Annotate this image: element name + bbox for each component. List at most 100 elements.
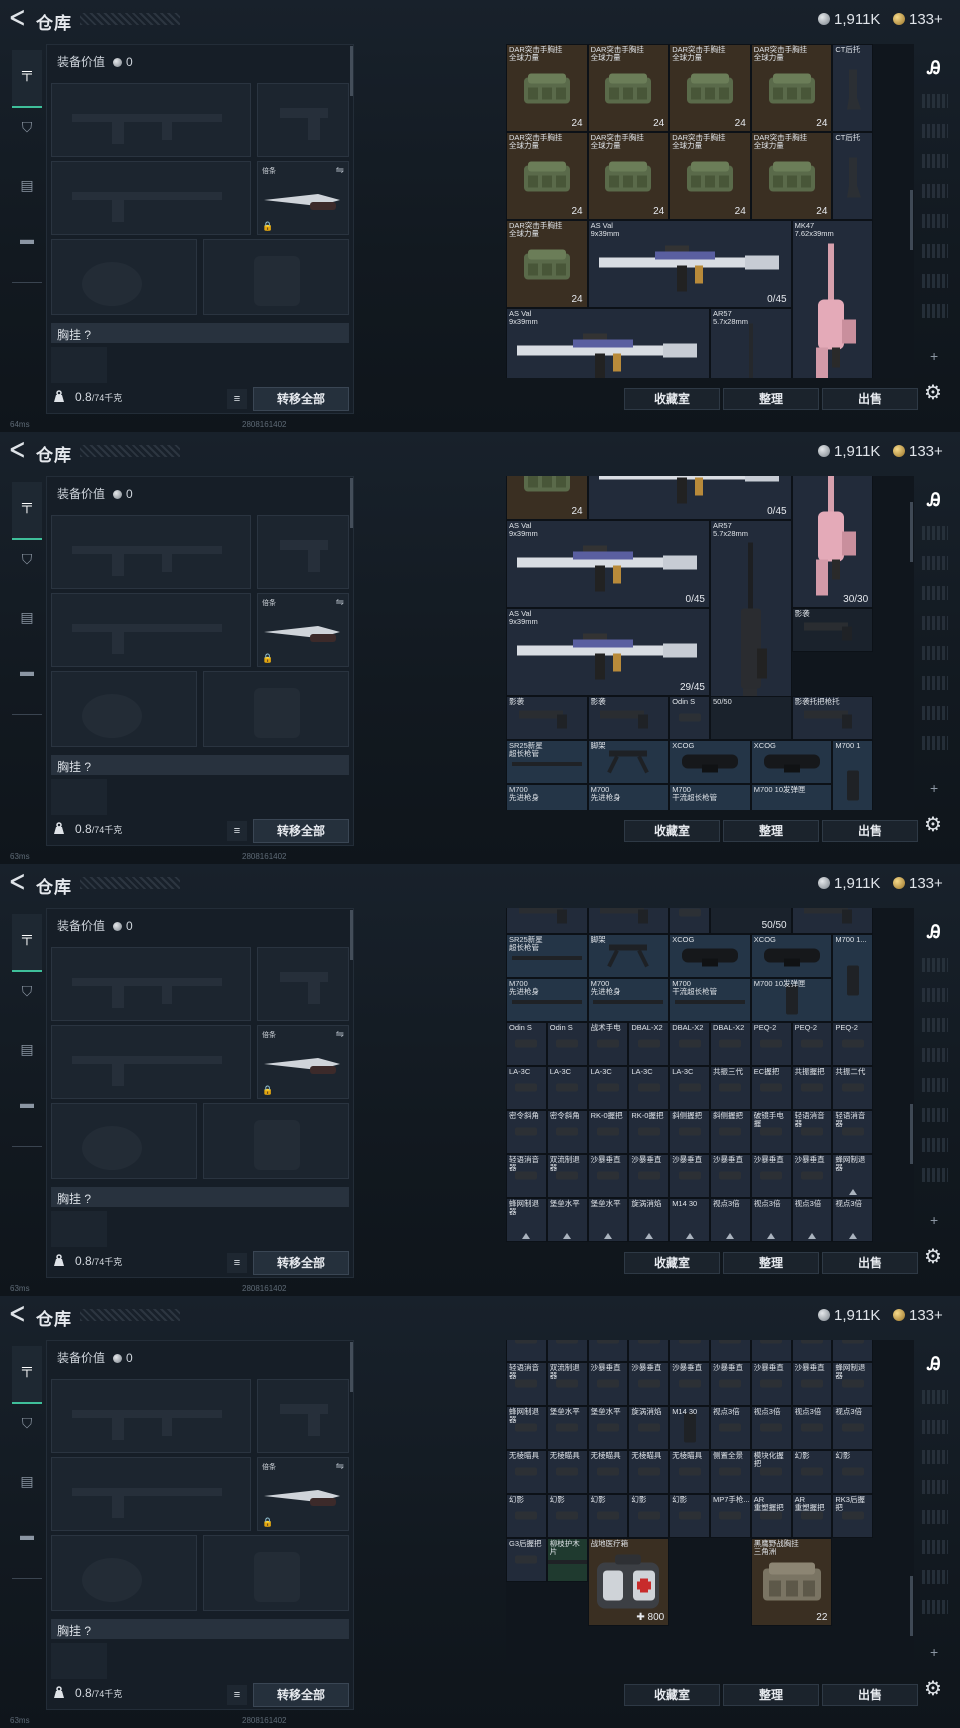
gold-currency[interactable]: 133+ <box>893 443 943 460</box>
sell-button[interactable]: 出售 <box>822 1252 918 1274</box>
armor-slot[interactable] <box>203 239 349 315</box>
inventory-item[interactable]: 影袭 <box>791 608 874 652</box>
list-view-button[interactable]: ≡ <box>227 1685 247 1705</box>
inventory-item[interactable]: RK-0握把 <box>628 1340 670 1362</box>
inventory-item[interactable]: XCOG <box>750 934 833 979</box>
backpack-tab[interactable]: ▬ <box>12 1088 42 1118</box>
side-category-tab[interactable] <box>922 616 948 630</box>
helmet-slot[interactable] <box>51 671 197 747</box>
inventory-item[interactable]: 模块化握把 <box>750 1450 792 1494</box>
gear-icon[interactable]: ⚙ <box>924 1244 942 1269</box>
inventory-item[interactable]: M700 干流超长枪管 <box>669 978 751 1023</box>
pistol-slot[interactable] <box>257 1379 349 1453</box>
side-category-tab[interactable] <box>922 304 948 318</box>
inventory-item[interactable]: 影袭 <box>587 908 670 935</box>
inventory-item[interactable]: 无棱瞄具 <box>506 1450 547 1494</box>
transfer-all-button[interactable]: 转移全部 <box>253 1683 349 1707</box>
add-icon[interactable]: + <box>930 1212 938 1228</box>
collection-room-button[interactable]: 收藏室 <box>624 820 720 842</box>
inventory-item[interactable]: 幻影 <box>628 1494 670 1538</box>
inventory-item[interactable]: 沙暴垂直 <box>587 1362 629 1406</box>
helmet-slot[interactable] <box>51 1535 197 1611</box>
side-category-tab[interactable] <box>922 244 948 258</box>
inventory-item[interactable]: Odin S <box>669 696 710 740</box>
side-category-tab[interactable] <box>922 1018 948 1032</box>
inventory-item[interactable]: PEQ-2 <box>791 1022 833 1067</box>
inventory-item[interactable]: 沙暴垂直 <box>669 1154 710 1199</box>
inventory-item[interactable]: 幻影 <box>832 1450 874 1494</box>
inventory-item[interactable]: AR 重塑握把 <box>791 1494 833 1538</box>
inventory-item[interactable]: 影袭 <box>506 696 588 740</box>
inventory-item[interactable]: 旋涡消焰 <box>628 1406 670 1450</box>
back-icon[interactable]: ᐸ <box>10 1304 30 1326</box>
inventory-item[interactable]: LA-3C <box>628 1066 670 1111</box>
inventory-item[interactable]: DAR突击手胸挂 全球力量 24 <box>669 132 751 220</box>
inventory-item[interactable]: 视点3倍 <box>791 1406 833 1450</box>
inventory-item[interactable]: M700 干流超长枪管 <box>669 784 751 810</box>
inventory-item[interactable]: DBAL-X2 <box>669 1022 710 1067</box>
inventory-item[interactable]: 密令斜角 <box>546 1340 588 1362</box>
list-view-button[interactable]: ≡ <box>227 1253 247 1273</box>
melee-slot[interactable]: 倍条 ⇋ 🔒 <box>257 593 349 667</box>
back-icon[interactable]: ᐸ <box>10 872 30 894</box>
weapon-tab[interactable]: ╤ <box>12 50 42 108</box>
inventory-item[interactable]: 破镜手电握 <box>750 1110 792 1155</box>
inventory-item[interactable]: DBAL-X2 <box>628 1022 670 1067</box>
melee-slot[interactable]: 倍条 ⇋ 🔒 <box>257 1457 349 1531</box>
inventory-item[interactable]: 沙暴垂直 <box>710 1154 751 1199</box>
inventory-item[interactable]: LA-3C <box>587 1066 629 1111</box>
add-icon[interactable]: + <box>930 1644 938 1660</box>
side-category-tab[interactable] <box>922 184 948 198</box>
inventory-item[interactable]: M14 30 <box>669 1198 710 1242</box>
equipment-scrollbar[interactable] <box>350 478 353 528</box>
side-category-tab[interactable] <box>922 1138 948 1152</box>
inventory-item[interactable]: 共振三代 <box>710 1066 751 1111</box>
sell-button[interactable]: 出售 <box>822 1684 918 1706</box>
weapon-tab[interactable]: ╤ <box>12 482 42 540</box>
inventory-item[interactable]: 破镜手电握 <box>750 1340 792 1362</box>
chest-rig-slot[interactable] <box>51 1643 107 1679</box>
inventory-item[interactable]: 影袭托把枪托 <box>791 908 874 935</box>
armor-tab[interactable]: ▤ <box>12 1466 42 1496</box>
transfer-all-button[interactable]: 转移全部 <box>253 819 349 843</box>
side-category-tab[interactable] <box>922 1420 948 1434</box>
side-category-tab[interactable] <box>922 274 948 288</box>
secondary-weapon-slot[interactable] <box>51 1025 251 1099</box>
inventory-item[interactable]: 沙暴垂直 <box>750 1154 792 1199</box>
transfer-all-button[interactable]: 转移全部 <box>253 1251 349 1275</box>
primary-weapon-slot[interactable] <box>51 515 251 589</box>
inventory-item[interactable]: Odin S <box>669 908 710 935</box>
inventory-item[interactable]: PEQ-2 <box>832 1022 874 1067</box>
gold-currency[interactable]: 133+ <box>893 1307 943 1324</box>
armor-slot[interactable] <box>203 1535 349 1611</box>
inventory-item[interactable]: DAR突击手胸挂 全球力量 24 <box>587 44 670 132</box>
inventory-item[interactable]: 视点3倍 <box>710 1198 751 1242</box>
inventory-item[interactable]: M700 10发弹匣 <box>750 784 833 810</box>
inventory-item[interactable]: 密令斜角 <box>506 1110 547 1155</box>
side-category-tab[interactable] <box>922 1480 948 1494</box>
melee-slot[interactable]: 倍条 ⇋ 🔒 <box>257 161 349 235</box>
armor-tab[interactable]: ▤ <box>12 1034 42 1064</box>
helmet-tab[interactable]: ⛉ <box>12 1408 42 1438</box>
inventory-item[interactable]: M700 10发弹匣 <box>750 978 833 1023</box>
inventory-item[interactable]: EC握把 <box>750 1066 792 1111</box>
grid-scrollbar[interactable] <box>910 1104 913 1164</box>
inventory-item[interactable]: 斜侧握把 <box>710 1340 751 1362</box>
inventory-item[interactable]: M700 1... <box>832 934 874 1023</box>
inventory-item[interactable]: 无棱瞄具 <box>628 1450 670 1494</box>
sell-button[interactable]: 出售 <box>822 820 918 842</box>
side-category-tab[interactable] <box>922 1510 948 1524</box>
inventory-item[interactable]: M700 先进枪身 <box>587 978 670 1023</box>
inventory-item[interactable]: 视点3倍 <box>832 1406 874 1450</box>
inventory-item[interactable]: LA-3C <box>506 1066 547 1111</box>
inventory-item[interactable]: M700 先进枪身 <box>587 784 670 810</box>
inventory-item[interactable]: 沙暴垂直 <box>791 1154 833 1199</box>
inventory-item[interactable]: DBAL-X2 <box>710 1022 751 1067</box>
sort-button[interactable]: 整理 <box>723 1252 819 1274</box>
inventory-item[interactable]: XCOG <box>750 740 833 784</box>
inventory-item[interactable]: 幻影 <box>669 1494 710 1538</box>
side-category-tab[interactable] <box>922 556 948 570</box>
gear-icon[interactable]: ⚙ <box>924 380 942 405</box>
inventory-item[interactable]: M700 1 <box>832 740 874 810</box>
side-category-tab[interactable] <box>922 154 948 168</box>
